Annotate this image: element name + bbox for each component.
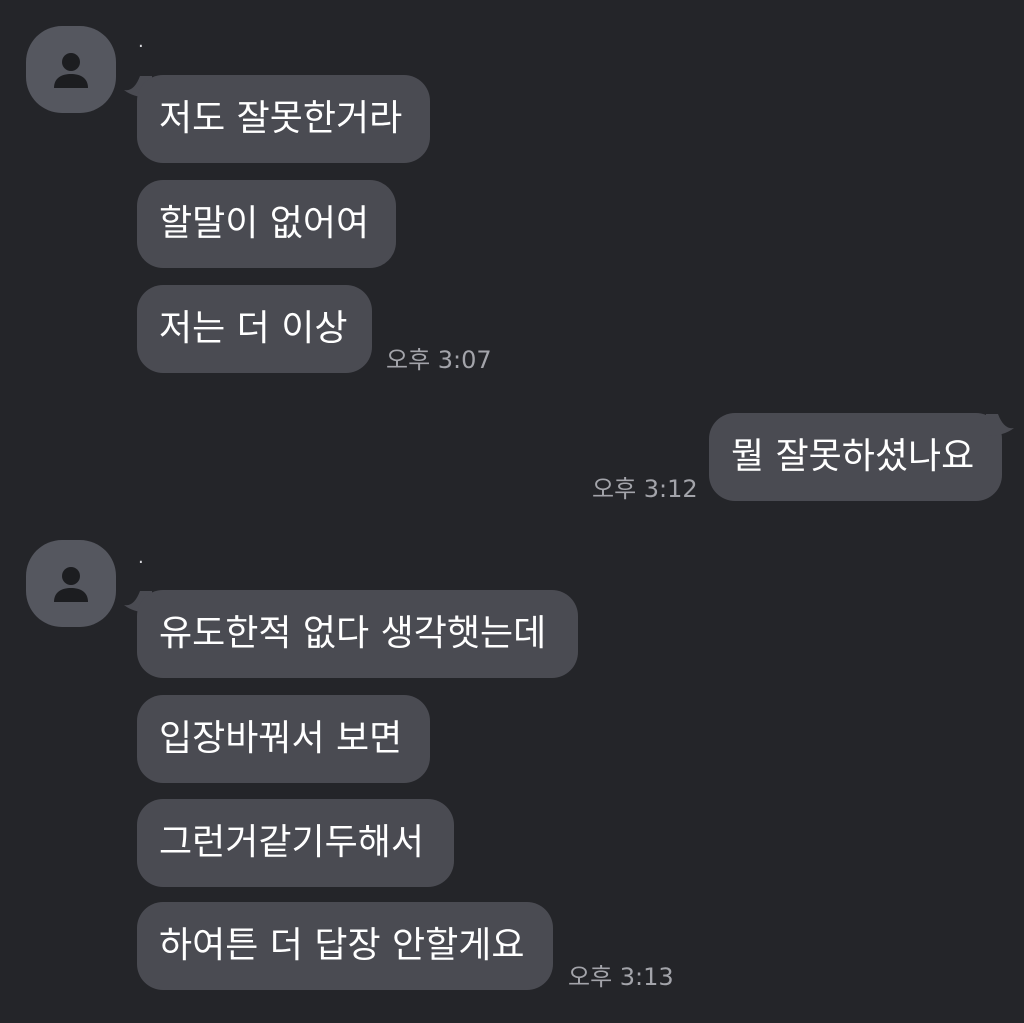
sender-avatar[interactable] xyxy=(26,540,116,627)
message-timestamp: 오후 3:12 xyxy=(592,475,698,503)
message-text: 그런거같기두해서 xyxy=(159,822,424,863)
message-bubble[interactable]: 하여튼 더 답장 안할게요 xyxy=(137,902,553,990)
sender-name: · xyxy=(138,36,144,57)
bubble-tail xyxy=(986,414,1014,436)
message-text: 저는 더 이상 xyxy=(159,308,348,349)
message-text: 저도 잘못한거라 xyxy=(159,98,403,139)
message-text: 입장바꿔서 보면 xyxy=(159,718,403,759)
sender-avatar[interactable] xyxy=(26,26,116,113)
person-icon xyxy=(54,566,88,602)
message-bubble[interactable]: 저는 더 이상 xyxy=(137,285,372,373)
message-text: 할말이 없어여 xyxy=(159,203,370,244)
message-text: 하여튼 더 답장 안할게요 xyxy=(159,925,525,966)
chat-conversation: · 저도 잘못한거라 할말이 없어여 저는 더 이상 오후 3:07 오후 3:… xyxy=(0,0,1024,1023)
message-text: 유도한적 없다 생각햇는데 xyxy=(159,613,547,654)
message-timestamp: 오후 3:13 xyxy=(568,963,674,991)
message-bubble[interactable]: 그런거같기두해서 xyxy=(137,799,454,887)
message-bubble[interactable]: 할말이 없어여 xyxy=(137,180,396,268)
message-text: 뭘 잘못하셨나요 xyxy=(731,436,975,477)
sender-name: · xyxy=(138,552,144,573)
outgoing-message-bubble[interactable]: 뭘 잘못하셨나요 xyxy=(709,413,1002,501)
message-timestamp: 오후 3:07 xyxy=(386,346,492,374)
person-icon xyxy=(54,52,88,88)
message-bubble[interactable]: 유도한적 없다 생각햇는데 xyxy=(137,590,578,678)
message-bubble[interactable]: 저도 잘못한거라 xyxy=(137,75,430,163)
message-bubble[interactable]: 입장바꿔서 보면 xyxy=(137,695,430,783)
